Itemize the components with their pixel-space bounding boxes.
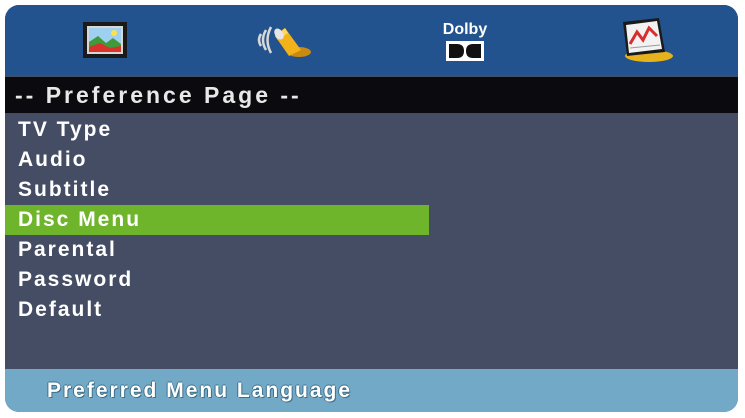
menu-item-disc-menu[interactable]: Disc Menu: [5, 205, 429, 235]
tab-dolby-setup[interactable]: Dolby: [425, 5, 505, 75]
tv-screen-icon: [83, 22, 127, 58]
status-text: Preferred Menu Language: [47, 379, 353, 402]
speaker-icon: [257, 26, 311, 57]
preference-chart-icon: [623, 18, 673, 62]
menu-item-parental[interactable]: Parental: [5, 235, 425, 265]
status-bar: Preferred Menu Language: [5, 369, 738, 412]
setup-tab-bar: Dolby: [5, 5, 738, 75]
menu-item-password[interactable]: Password: [5, 265, 425, 295]
menu-item-tv-type[interactable]: TV Type: [5, 115, 425, 145]
tab-audio-setup[interactable]: [245, 5, 325, 75]
dolby-double-d-icon: [446, 41, 484, 61]
menu-item-audio[interactable]: Audio: [5, 145, 425, 175]
dolby-label: Dolby: [442, 21, 488, 38]
menu-item-subtitle[interactable]: Subtitle: [5, 175, 425, 205]
menu-item-default[interactable]: Default: [5, 295, 425, 325]
page-title: -- Preference Page --: [15, 82, 302, 108]
preference-menu: TV Type Audio Subtitle Disc Menu Parenta…: [5, 115, 738, 325]
page-title-bar: -- Preference Page --: [5, 77, 738, 113]
dvd-setup-screen: Dolby -- Preference Page -- TV Type Audi…: [5, 5, 738, 412]
tab-general-setup[interactable]: [65, 5, 145, 75]
tab-preference-setup[interactable]: [605, 5, 685, 75]
